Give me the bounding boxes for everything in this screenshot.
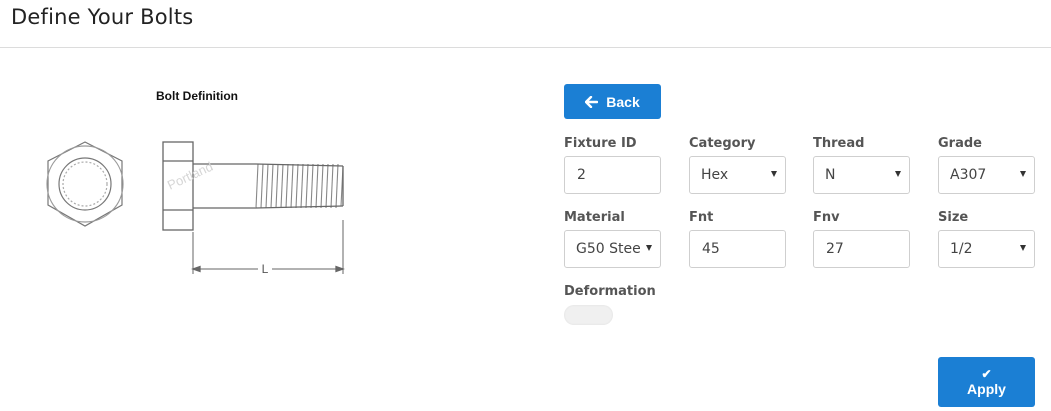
- material-select[interactable]: G50 Stee: [564, 230, 661, 268]
- size-select[interactable]: 1/2: [938, 230, 1035, 268]
- category-value: Hex: [701, 167, 729, 183]
- material-label: Material: [564, 210, 625, 225]
- length-label: L: [262, 262, 269, 276]
- size-label: Size: [938, 210, 969, 225]
- fnv-value: 27: [826, 241, 844, 257]
- page: Define Your Bolts Bolt Definition L Port…: [0, 0, 1051, 411]
- back-button-label: Back: [606, 93, 640, 110]
- bolt-diagram: L Portland: [46, 141, 345, 276]
- fixture-id-value: 2: [577, 167, 586, 183]
- thread-select[interactable]: N: [813, 156, 910, 194]
- grade-label: Grade: [938, 136, 982, 151]
- fnt-label: Fnt: [689, 210, 714, 225]
- thread-label: Thread: [813, 136, 865, 151]
- fnt-input[interactable]: 45: [689, 230, 786, 268]
- thread-value: N: [825, 167, 836, 183]
- deformation-toggle[interactable]: [564, 305, 613, 325]
- fnv-input[interactable]: 27: [813, 230, 910, 268]
- caret-down-icon: [646, 245, 652, 251]
- grade-select[interactable]: A307: [938, 156, 1035, 194]
- fixture-id-input[interactable]: 2: [564, 156, 661, 194]
- hex-nut-end-view: [46, 141, 124, 227]
- material-value: G50 Stee: [576, 241, 641, 257]
- check-icon: ✔: [981, 366, 992, 381]
- size-value: 1/2: [950, 241, 973, 257]
- bolt-side-view: [162, 141, 345, 274]
- back-button[interactable]: Back: [564, 84, 661, 119]
- bolt-definition-title: Bolt Definition: [156, 89, 238, 103]
- arrow-left-icon: [585, 95, 599, 108]
- caret-down-icon: [895, 171, 901, 177]
- category-select[interactable]: Hex: [689, 156, 786, 194]
- category-label: Category: [689, 136, 756, 151]
- fnt-value: 45: [702, 241, 720, 257]
- deformation-label: Deformation: [564, 284, 656, 299]
- fnv-label: Fnv: [813, 210, 840, 225]
- watermark-text: Portland: [165, 159, 215, 193]
- page-title: Define Your Bolts: [11, 5, 194, 29]
- fixture-id-label: Fixture ID: [564, 136, 637, 151]
- caret-down-icon: [771, 171, 777, 177]
- caret-down-icon: [1020, 245, 1026, 251]
- grade-value: A307: [950, 167, 987, 183]
- apply-button-label: Apply: [967, 380, 1006, 397]
- page-header: Define Your Bolts: [0, 0, 1051, 48]
- apply-button[interactable]: ✔ Apply: [938, 357, 1035, 407]
- caret-down-icon: [1020, 171, 1026, 177]
